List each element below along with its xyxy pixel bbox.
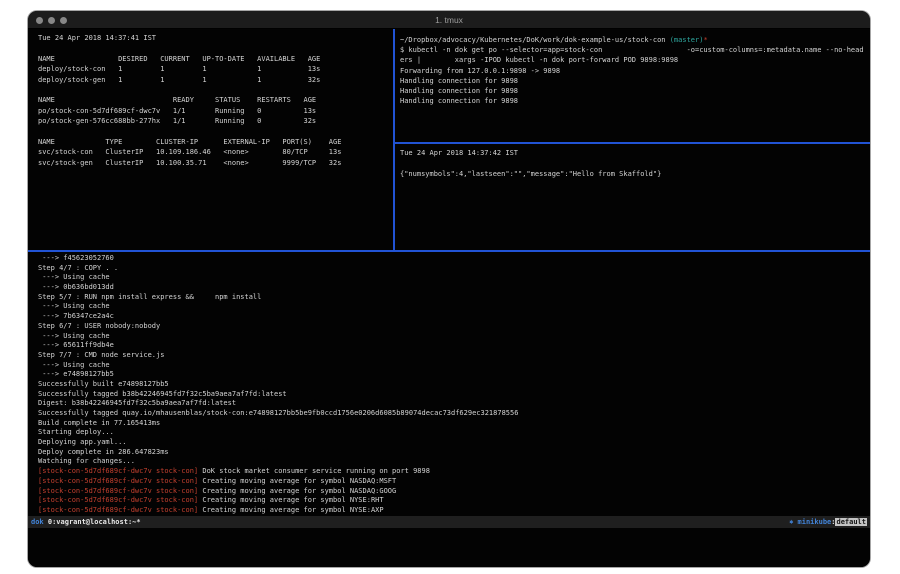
terminal-line: Watching for changes... bbox=[38, 457, 870, 467]
kube-namespace-badge: default bbox=[835, 518, 867, 526]
terminal-line: [stock-con-5d7df689cf-dwc7v stock-con] C… bbox=[38, 487, 870, 497]
terminal-line: Handling connection for 9898 bbox=[400, 76, 868, 86]
terminal-line: ---> 65611ff9db4e bbox=[38, 341, 870, 351]
terminal-line: {"numsymbols":4,"lastseen":"","message":… bbox=[400, 169, 868, 179]
pane-service-response[interactable]: Tue 24 Apr 2018 14:37:42 IST {"numsymbols… bbox=[397, 144, 868, 250]
terminal-line: Handling connection for 9898 bbox=[400, 86, 868, 96]
terminal-line: Starting deploy... bbox=[38, 428, 870, 438]
tmux-session: Tue 24 Apr 2018 14:37:41 IST NAME DESIRED… bbox=[28, 29, 870, 567]
window-list-item[interactable]: 0:vagrant@localhost:~* bbox=[44, 518, 141, 526]
tmux-status-bar: dok 0:vagrant@localhost:~* ⎈ minikube:de… bbox=[28, 516, 870, 528]
terminal-line: $ kubectl -n dok get po --selector=app=s… bbox=[400, 45, 868, 55]
terminal-line: Successfully tagged quay.io/mhausenblas/… bbox=[38, 409, 870, 419]
terminal-line: ---> 7b6347ce2a4c bbox=[38, 312, 870, 322]
terminal-line: ---> Using cache bbox=[38, 273, 870, 283]
pane-divider-vertical[interactable] bbox=[393, 29, 395, 250]
terminal-line: po/stock-con-5d7df689cf-dwc7v 1/1 Runnin… bbox=[38, 106, 393, 116]
terminal-line: Build complete in 77.165413ms bbox=[38, 419, 870, 429]
terminal-line: [stock-con-5d7df689cf-dwc7v stock-con] C… bbox=[38, 496, 870, 506]
terminal-line: NAME TYPE CLUSTER-IP EXTERNAL-IP PORT(S)… bbox=[38, 137, 393, 147]
terminal-line bbox=[38, 127, 393, 137]
terminal-line: Step 7/7 : CMD node service.js bbox=[38, 351, 870, 361]
terminal-line: deploy/stock-gen 1 1 1 1 32s bbox=[38, 75, 393, 85]
terminal-line: Forwarding from 127.0.0.1:9898 -> 9898 bbox=[400, 66, 868, 76]
terminal-line: NAME READY STATUS RESTARTS AGE bbox=[38, 95, 393, 105]
window-title: 1. tmux bbox=[28, 15, 870, 25]
terminal-line: svc/stock-gen ClusterIP 10.100.35.71 <no… bbox=[38, 158, 393, 168]
terminal-line: ---> e74898127bb5 bbox=[38, 370, 870, 380]
terminal-line: [stock-con-5d7df689cf-dwc7v stock-con] C… bbox=[38, 477, 870, 487]
terminal-line bbox=[400, 158, 868, 168]
terminal-line: Handling connection for 9898 bbox=[400, 96, 868, 106]
terminal-line: Step 5/7 : RUN npm install express && np… bbox=[38, 293, 870, 303]
terminal-line: ---> 0b636bd013dd bbox=[38, 283, 870, 293]
pane-port-forward[interactable]: ~/Dropbox/advocacy/Kubernetes/DoK/work/d… bbox=[397, 29, 868, 141]
terminal-line: deploy/stock-con 1 1 1 1 13s bbox=[38, 64, 393, 74]
terminal-window: 1. tmux Tue 24 Apr 2018 14:37:41 IST NAME… bbox=[28, 11, 870, 567]
kube-context-label: minikube bbox=[793, 518, 831, 526]
terminal-line: Step 6/7 : USER nobody:nobody bbox=[38, 322, 870, 332]
terminal-line: po/stock-gen-576cc688bb-277hx 1/1 Runnin… bbox=[38, 116, 393, 126]
terminal-line bbox=[38, 43, 393, 53]
terminal-line: ~/Dropbox/advocacy/Kubernetes/DoK/work/d… bbox=[400, 35, 868, 45]
terminal-line: Step 4/7 : COPY . . bbox=[38, 264, 870, 274]
terminal-line bbox=[38, 85, 393, 95]
terminal-line: [stock-con-5d7df689cf-dwc7v stock-con] C… bbox=[38, 506, 870, 516]
terminal-line: Deploying app.yaml... bbox=[38, 438, 870, 448]
terminal-line: Tue 24 Apr 2018 14:37:42 IST bbox=[400, 148, 868, 158]
pane-kubectl-watch[interactable]: Tue 24 Apr 2018 14:37:41 IST NAME DESIRED… bbox=[30, 29, 393, 250]
terminal-line: Digest: b38b42246945fd7f32c5ba9aea7af7fd… bbox=[38, 399, 870, 409]
terminal-line: NAME DESIRED CURRENT UP-TO-DATE AVAILABL… bbox=[38, 54, 393, 64]
terminal-line: svc/stock-con ClusterIP 10.109.186.46 <n… bbox=[38, 147, 393, 157]
terminal-line: ---> f45623052760 bbox=[38, 254, 870, 264]
title-bar: 1. tmux bbox=[28, 11, 870, 29]
terminal-line: Tue 24 Apr 2018 14:37:41 IST bbox=[38, 33, 393, 43]
terminal-line: Successfully built e74898127bb5 bbox=[38, 380, 870, 390]
terminal-line: Successfully tagged b38b42246945fd7f32c5… bbox=[38, 390, 870, 400]
terminal-line: Deploy complete in 286.647823ms bbox=[38, 448, 870, 458]
terminal-line: ---> Using cache bbox=[38, 302, 870, 312]
pane-skaffold-build[interactable]: ---> f45623052760Step 4/7 : COPY . . ---… bbox=[30, 252, 870, 516]
terminal-line: ---> Using cache bbox=[38, 361, 870, 371]
session-name-badge: dok bbox=[31, 518, 44, 526]
terminal-line: ers | xargs -IPOD kubectl -n dok port-fo… bbox=[400, 55, 868, 65]
terminal-line: [stock-con-5d7df689cf-dwc7v stock-con] D… bbox=[38, 467, 870, 477]
terminal-line: ---> Using cache bbox=[38, 332, 870, 342]
